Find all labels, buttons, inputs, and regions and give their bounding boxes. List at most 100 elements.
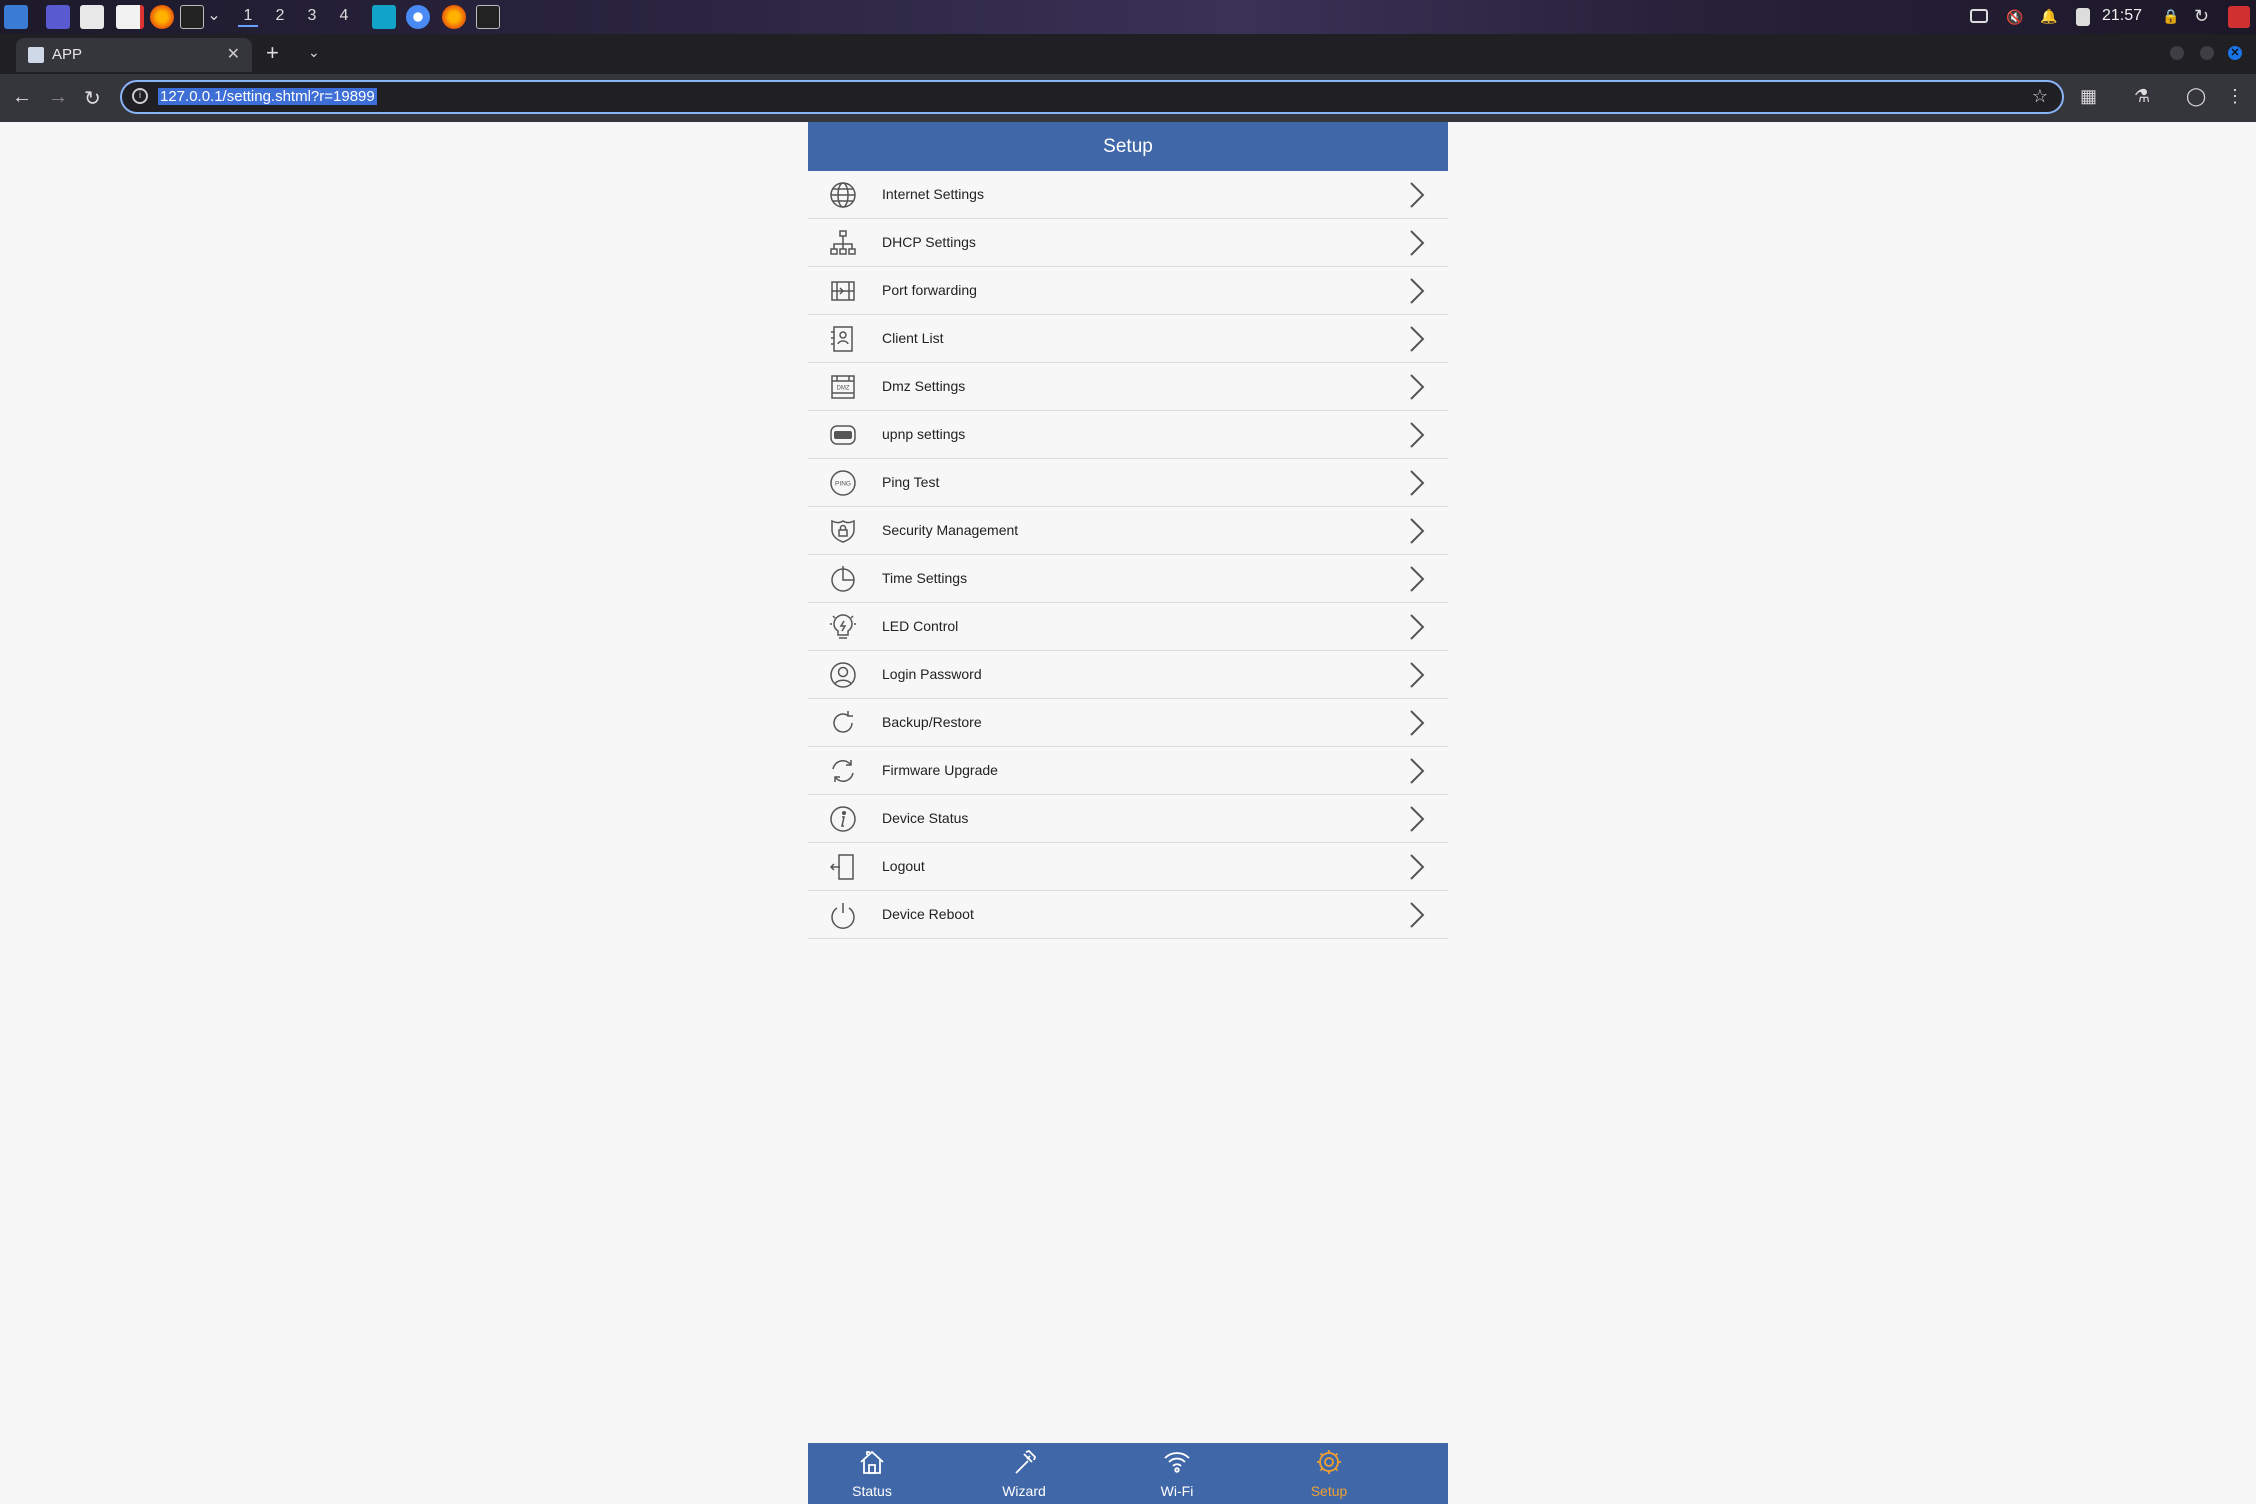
chevron-right-icon (1406, 612, 1428, 642)
menu-item-ping-test[interactable]: PING Ping Test (808, 459, 1448, 507)
os-taskbar: ⌄ 1 2 3 4 🔇 🔔 21:57 🔒 ↻ (0, 0, 2256, 34)
reload-icon[interactable]: ↻ (84, 86, 101, 111)
menu-item-firmware-upgrade[interactable]: Firmware Upgrade (808, 747, 1448, 795)
refresh-icon[interactable]: ↻ (2194, 6, 2214, 26)
menu-item-dhcp-settings[interactable]: DHCP Settings (808, 219, 1448, 267)
menu-item-device-status[interactable]: Device Status (808, 795, 1448, 843)
wifi-icon (1164, 1452, 1190, 1473)
menu-item-label: Ping Test (882, 474, 940, 490)
nav-tab-wi-fi[interactable]: Wi-Fi (1117, 1443, 1237, 1504)
page-title: Setup (808, 122, 1448, 171)
chevron-right-icon (1406, 660, 1428, 690)
chevron-right-icon (1406, 516, 1428, 546)
chevron-right-icon (1406, 900, 1428, 930)
menu-item-label: Port forwarding (882, 282, 977, 298)
menu-item-label: Device Status (882, 810, 969, 826)
tab-favicon-icon (28, 47, 44, 63)
file-manager-icon[interactable] (80, 5, 104, 29)
terminal-icon[interactable] (476, 5, 500, 29)
menu-item-client-list[interactable]: Client List (808, 315, 1448, 363)
sync-icon (828, 756, 858, 786)
menu-item-label: Time Settings (882, 570, 968, 586)
nav-tab-label: Wizard (1002, 1483, 1046, 1499)
ping-icon: PING (828, 468, 858, 498)
forward-icon[interactable]: → (48, 86, 68, 109)
clock: 21:57 (2102, 7, 2143, 24)
user-icon (828, 660, 858, 690)
firefox-icon[interactable] (150, 5, 174, 29)
menu-item-port-forwarding[interactable]: Port forwarding (808, 267, 1448, 315)
url-text[interactable]: 127.0.0.1/setting.shtml?r=19899 (158, 88, 377, 105)
browser-tab[interactable]: APP ✕ (16, 38, 252, 72)
bolt-app-icon[interactable] (372, 5, 396, 29)
network-tree-icon (828, 228, 858, 258)
desktop-icon[interactable] (46, 5, 70, 29)
text-editor-icon[interactable] (116, 5, 144, 29)
terminal-icon[interactable] (180, 5, 204, 29)
app-launcher-icon[interactable] (4, 5, 28, 29)
chevron-right-icon (1406, 564, 1428, 594)
menu-item-label: Logout (882, 858, 925, 874)
logout-icon (828, 852, 858, 882)
minimize-icon[interactable] (2170, 46, 2184, 60)
address-bar[interactable]: i 127.0.0.1/setting.shtml?r=19899 ☆ (120, 80, 2064, 114)
close-window-icon[interactable]: ✕ (2228, 46, 2242, 60)
workspace-dropdown-icon[interactable]: ⌄ (204, 5, 224, 25)
profile-icon[interactable]: ◯ (2186, 86, 2206, 107)
extensions-icon[interactable]: ▦ (2080, 86, 2097, 107)
power-menu-icon[interactable] (2228, 6, 2250, 28)
home-icon (860, 1450, 884, 1474)
upnp-icon (828, 420, 858, 450)
labs-flask-icon[interactable]: ⚗ (2134, 86, 2150, 107)
battery-icon (2076, 8, 2090, 26)
menu-item-label: Internet Settings (882, 186, 984, 202)
tab-close-icon[interactable]: ✕ (227, 44, 240, 64)
tab-list-icon[interactable]: ⌄ (308, 44, 320, 61)
workspace-2[interactable]: 2 (270, 7, 290, 25)
bell-icon[interactable]: 🔔 (2040, 8, 2058, 26)
bookmark-star-icon[interactable]: ☆ (2032, 86, 2048, 107)
menu-item-logout[interactable]: Logout (808, 843, 1448, 891)
chevron-right-icon (1406, 804, 1428, 834)
menu-item-time-settings[interactable]: Time Settings (808, 555, 1448, 603)
screen-icon[interactable] (1970, 9, 1988, 23)
nav-tab-status[interactable]: Status (812, 1443, 932, 1504)
svg-text:DMZ: DMZ (837, 386, 850, 392)
firefox-icon[interactable] (442, 5, 466, 29)
maximize-icon[interactable] (2200, 46, 2214, 60)
mute-icon[interactable]: 🔇 (2006, 9, 2024, 25)
info-icon (828, 804, 858, 834)
setup-page: Setup Internet Settings DHCP Settings Port… (808, 122, 1448, 1504)
menu-item-label: Firmware Upgrade (882, 762, 998, 778)
globe-icon (828, 180, 858, 210)
back-icon[interactable]: ← (12, 86, 32, 109)
nav-tab-setup[interactable]: Setup (1269, 1443, 1389, 1504)
menu-item-login-password[interactable]: Login Password (808, 651, 1448, 699)
chevron-right-icon (1406, 180, 1428, 210)
menu-item-label: Dmz Settings (882, 378, 966, 394)
nav-tab-wizard[interactable]: Wizard (964, 1443, 1084, 1504)
clock-pie-icon (828, 564, 858, 594)
site-info-icon[interactable]: i (132, 88, 148, 104)
gear-icon (1317, 1450, 1341, 1474)
menu-item-security-management[interactable]: Security Management (808, 507, 1448, 555)
chevron-right-icon (1406, 756, 1428, 786)
workspace-3[interactable]: 3 (302, 7, 322, 25)
menu-item-dmz-settings[interactable]: DMZ Dmz Settings (808, 363, 1448, 411)
new-tab-icon[interactable]: + (266, 40, 279, 66)
menu-item-label: LED Control (882, 618, 959, 634)
lock-icon[interactable]: 🔒 (2162, 8, 2179, 26)
menu-item-backup-restore[interactable]: Backup/Restore (808, 699, 1448, 747)
kebab-menu-icon[interactable]: ⋮ (2226, 86, 2244, 107)
menu-item-device-reboot[interactable]: Device Reboot (808, 891, 1448, 939)
chevron-right-icon (1406, 708, 1428, 738)
menu-item-internet-settings[interactable]: Internet Settings (808, 171, 1448, 219)
wand-icon (1015, 1449, 1037, 1474)
workspace-1[interactable]: 1 (238, 7, 258, 27)
browser-tab-strip: APP ✕ (0, 34, 2256, 74)
workspace-4[interactable]: 4 (334, 7, 354, 25)
menu-item-label: upnp settings (882, 426, 966, 442)
menu-item-upnp-settings[interactable]: upnp settings (808, 411, 1448, 459)
chromium-icon[interactable] (406, 5, 430, 29)
menu-item-led-control[interactable]: LED Control (808, 603, 1448, 651)
